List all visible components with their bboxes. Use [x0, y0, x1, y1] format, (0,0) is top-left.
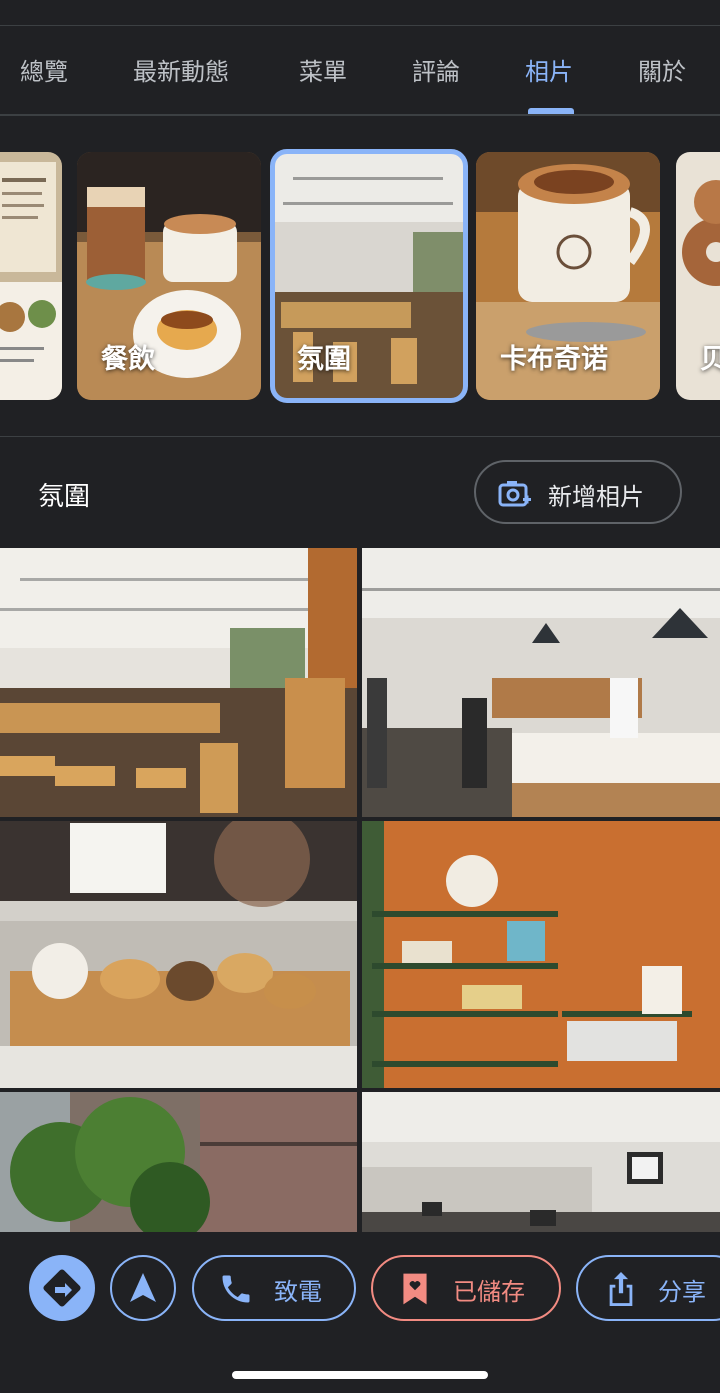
photo-tile[interactable]: [0, 548, 357, 817]
cafe-interior-photo: [0, 548, 357, 817]
saved-button[interactable]: 已儲存: [371, 1255, 561, 1321]
seating-area-photo: [362, 1092, 720, 1232]
cafe-counter-photo: [362, 548, 720, 817]
category-card-food[interactable]: 餐飲: [77, 152, 261, 400]
category-label: 氛圍: [297, 344, 351, 375]
home-indicator: [232, 1371, 488, 1379]
category-card-cappuccino[interactable]: 卡布奇诺: [476, 152, 660, 400]
saved-label: 已儲存: [453, 1278, 525, 1306]
tab-overview[interactable]: 總覽: [20, 52, 68, 87]
tab-about[interactable]: 關於: [638, 52, 686, 87]
share-icon: [609, 1272, 633, 1306]
phone-icon: [222, 1275, 250, 1303]
tab-menu[interactable]: 菜單: [299, 52, 347, 87]
call-button[interactable]: 致電: [192, 1255, 356, 1321]
photo-tile[interactable]: [362, 548, 720, 817]
category-card-vibe[interactable]: 氛圍: [270, 149, 468, 403]
start-navigation-button[interactable]: [110, 1255, 176, 1321]
pastry-case-photo: [0, 821, 357, 1088]
photo-tile[interactable]: [362, 821, 720, 1088]
category-label: 卡布奇诺: [500, 344, 608, 375]
photo-tile[interactable]: [362, 1092, 720, 1232]
exterior-photo: [0, 1092, 357, 1232]
tab-reviews[interactable]: 評論: [412, 52, 460, 87]
tab-updates[interactable]: 最新動態: [133, 52, 229, 87]
retail-shelf-photo: [362, 821, 720, 1088]
tab-photos[interactable]: 相片: [525, 52, 573, 87]
section-title: 氛圍: [38, 482, 91, 512]
navigation-arrow-icon: [130, 1273, 156, 1302]
photo-tile[interactable]: [0, 821, 357, 1088]
menu-photo: [0, 152, 62, 400]
category-label: 贝: [700, 344, 720, 375]
carousel-divider: [0, 436, 720, 437]
add-photo-label: 新增相片: [548, 483, 644, 511]
add-photo-camera-icon: [498, 481, 531, 507]
top-divider: [0, 25, 720, 26]
directions-icon: [43, 1269, 81, 1307]
photo-tile[interactable]: [0, 1092, 357, 1232]
directions-button[interactable]: [29, 1255, 95, 1321]
add-photo-button[interactable]: 新增相片: [474, 460, 682, 524]
category-label: 餐飲: [101, 344, 155, 375]
call-label: 致電: [274, 1278, 322, 1306]
category-card-bagel[interactable]: 贝: [676, 152, 720, 400]
category-card-menu[interactable]: [0, 152, 62, 400]
tabs-divider: [0, 114, 720, 116]
share-label: 分享: [658, 1278, 706, 1306]
bookmark-heart-icon: [403, 1273, 427, 1305]
share-button[interactable]: 分享: [576, 1255, 720, 1321]
place-tabs: 總覽 最新動態 菜單 評論 相片 關於: [0, 40, 720, 115]
